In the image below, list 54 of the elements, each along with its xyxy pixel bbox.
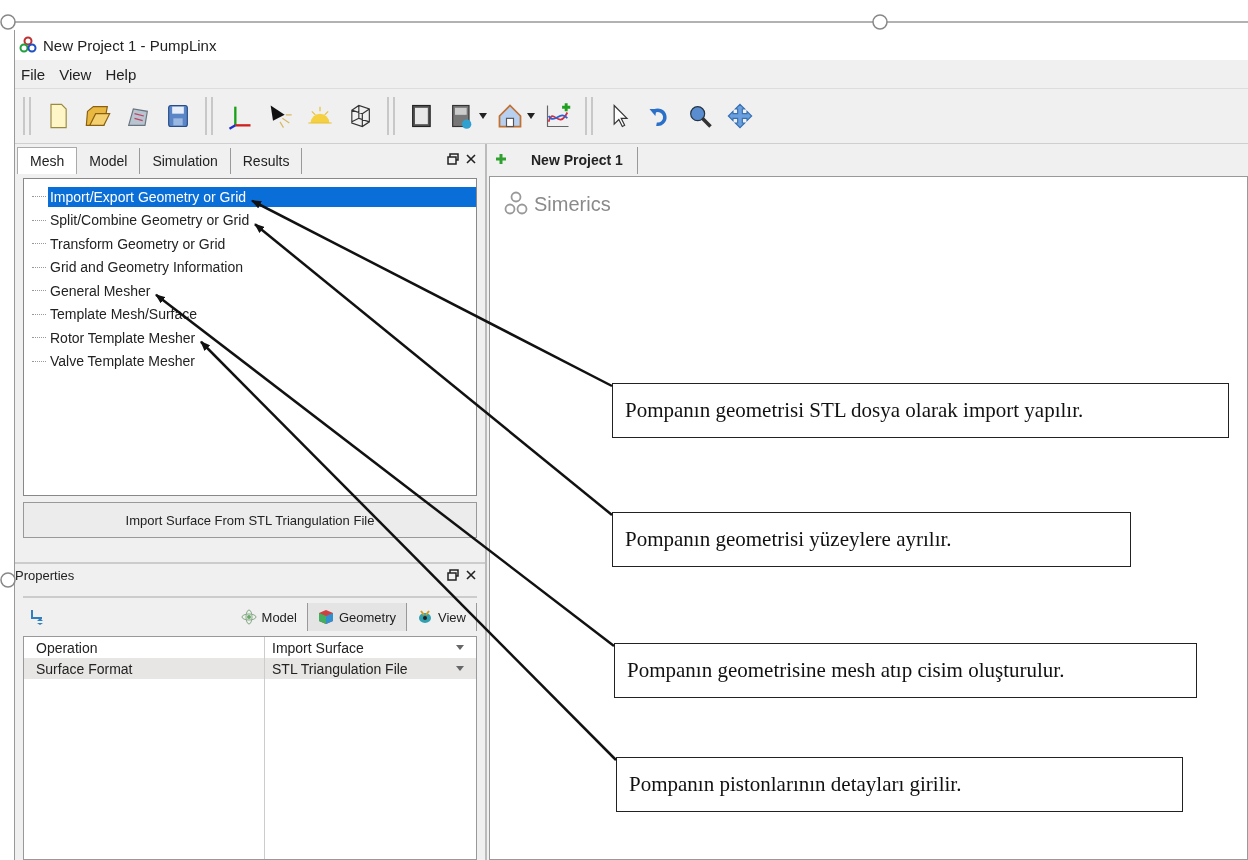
- property-row[interactable]: Operation Import Surface: [24, 637, 476, 658]
- float-icon[interactable]: [447, 153, 459, 165]
- annotation-callout: Pompanın geometrisine mesh atıp cisim oluşturulur.: [614, 643, 1197, 698]
- property-value: STL Triangulation File: [272, 660, 408, 677]
- property-name: Operation: [35, 639, 99, 656]
- tree-item[interactable]: Rotor Template Mesher: [48, 327, 198, 348]
- tree-item[interactable]: Grid and Geometry Information: [48, 257, 245, 278]
- tree-item[interactable]: Valve Template Mesher: [48, 351, 197, 372]
- toolbar-grip[interactable]: [23, 97, 31, 135]
- resize-handle[interactable]: [0, 572, 16, 588]
- property-name: Surface Format: [35, 660, 134, 677]
- panel-tab[interactable]: Results: [230, 148, 303, 174]
- resize-handle[interactable]: [0, 14, 16, 30]
- toolbar-grip[interactable]: [205, 97, 213, 135]
- menu-item[interactable]: File: [21, 65, 46, 83]
- panel-tab[interactable]: Model: [77, 148, 141, 174]
- tree-item[interactable]: Split/Combine Geometry or Grid: [48, 210, 252, 231]
- caret-icon[interactable]: [527, 113, 535, 119]
- panel-title: Properties: [15, 567, 75, 583]
- panel-tab[interactable]: Mesh: [17, 147, 78, 174]
- resize-handle[interactable]: [872, 14, 888, 30]
- tree-item[interactable]: Transform Geometry or Grid: [48, 233, 228, 254]
- tree-item[interactable]: General Mesher: [48, 280, 153, 301]
- float-icon[interactable]: [447, 569, 459, 581]
- caret-icon[interactable]: [479, 113, 487, 119]
- cube-icon: [317, 609, 334, 625]
- properties-tab[interactable]: Geometry: [307, 603, 408, 631]
- toolbar-grip[interactable]: [585, 97, 593, 135]
- annotation-callout: Pompanın pistonlarının detayları girilir.: [616, 757, 1183, 812]
- dropdown-arrow-icon[interactable]: [456, 644, 464, 651]
- dropdown-arrow-icon[interactable]: [456, 665, 464, 672]
- menu-item[interactable]: View: [59, 65, 92, 83]
- eye-icon: [417, 609, 434, 625]
- window-title: New Project 1 - PumpLinx: [43, 36, 217, 54]
- property-value: Import Surface: [272, 639, 364, 656]
- close-icon[interactable]: [465, 569, 477, 581]
- logo-text: Simerics: [534, 192, 611, 216]
- annotation-callout: Pompanın geometrisi yüzeylere ayrılır.: [612, 512, 1131, 567]
- collapse-icon[interactable]: [29, 609, 45, 625]
- plus-icon[interactable]: [495, 153, 507, 165]
- import-button[interactable]: Import Surface From STL Triangulation File: [23, 502, 477, 538]
- properties-tab[interactable]: Model: [230, 603, 308, 631]
- menu-item[interactable]: Help: [105, 65, 137, 83]
- property-row[interactable]: Surface Format STL Triangulation File: [24, 658, 476, 679]
- tree-item[interactable]: Import/Export Geometry or Grid: [47, 186, 476, 207]
- properties-tab[interactable]: View: [407, 603, 477, 631]
- annotation-callout: Pompanın geometrisi STL dosya olarak import yapılır.: [612, 383, 1229, 438]
- panel-tab[interactable]: Simulation: [140, 148, 231, 174]
- close-icon[interactable]: [465, 153, 477, 165]
- logo-icon: [504, 191, 528, 217]
- move-icon: [726, 101, 754, 131]
- toolbar-grip[interactable]: [387, 97, 395, 135]
- atom-icon: [240, 609, 257, 625]
- app-logo-icon: [19, 36, 37, 54]
